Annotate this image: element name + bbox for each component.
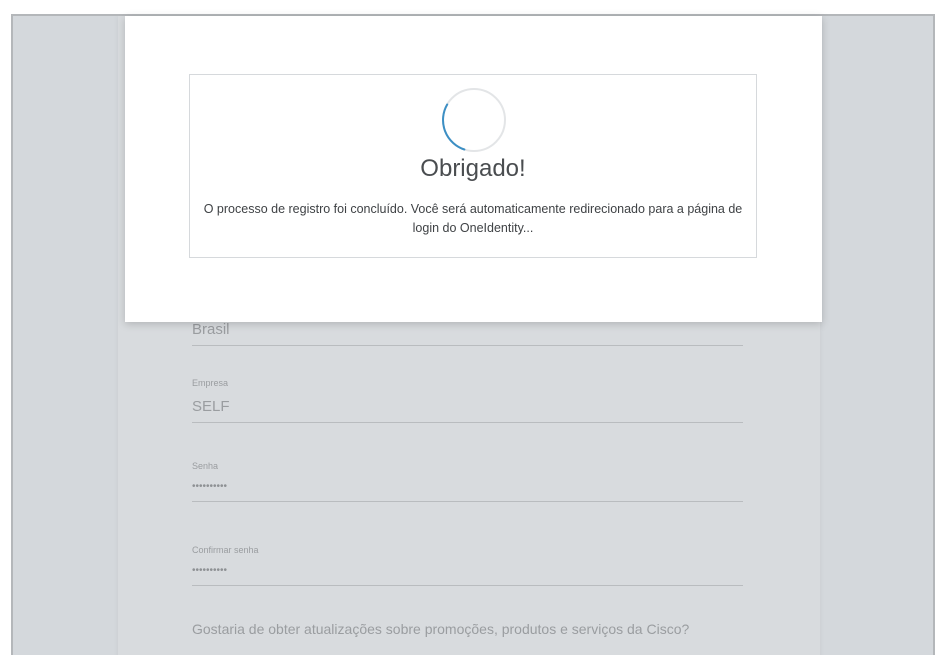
password-field[interactable]: Senha •••••••••• [192, 461, 743, 502]
modal-content-box: Obrigado! O processo de registro foi con… [189, 74, 757, 258]
password-label: Senha [192, 461, 219, 471]
updates-question: Gostaria de obter atualizações sobre pro… [192, 621, 690, 637]
loading-spinner-icon [442, 88, 506, 152]
confirm-password-field[interactable]: Confirmar senha •••••••••• [192, 545, 743, 586]
country-value: Brasil [192, 321, 230, 338]
modal-title: Obrigado! [420, 155, 526, 182]
confirm-password-value: •••••••••• [192, 565, 228, 576]
country-field[interactable]: Brasil [192, 321, 743, 346]
modal-message: O processo de registro foi concluído. Vo… [203, 202, 743, 235]
password-value: •••••••••• [192, 481, 228, 492]
success-modal: Obrigado! O processo de registro foi con… [125, 16, 822, 322]
company-label: Empresa [192, 378, 229, 388]
company-field[interactable]: Empresa SELF [192, 378, 743, 423]
confirm-password-label: Confirmar senha [192, 545, 259, 555]
company-value: SELF [192, 398, 230, 415]
